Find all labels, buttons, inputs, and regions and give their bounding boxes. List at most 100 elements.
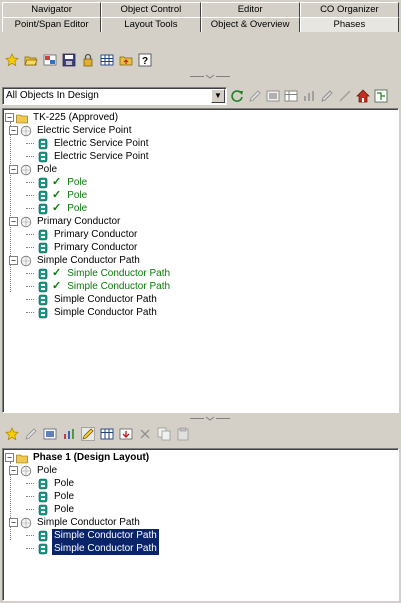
delete-icon[interactable] bbox=[137, 426, 153, 442]
refresh-icon[interactable] bbox=[229, 88, 245, 104]
collapse-icon[interactable]: − bbox=[5, 453, 14, 462]
tree-item-node[interactable]: Pole bbox=[5, 477, 398, 490]
tab-strip: Navigator Object Control Editor CO Organ… bbox=[2, 2, 399, 32]
collapse-icon[interactable]: − bbox=[9, 256, 18, 265]
ruler-icon[interactable] bbox=[337, 88, 353, 104]
collapse-icon[interactable]: − bbox=[9, 165, 18, 174]
table-icon[interactable] bbox=[99, 426, 115, 442]
table-icon[interactable] bbox=[283, 88, 299, 104]
grid-color-icon[interactable] bbox=[42, 52, 58, 68]
star-icon[interactable] bbox=[4, 426, 20, 442]
collapse-icon[interactable]: − bbox=[9, 217, 18, 226]
tree-item-node[interactable]: Electric Service Point bbox=[5, 150, 398, 163]
tree-item-node[interactable]: Simple Conductor Path bbox=[5, 306, 398, 319]
chevron-down-icon[interactable]: ▼ bbox=[211, 89, 225, 103]
object-class-icon bbox=[19, 163, 32, 176]
pencil-active-icon[interactable] bbox=[80, 426, 96, 442]
tree-item-node[interactable]: ✓ Pole bbox=[5, 189, 398, 202]
svg-text:?: ? bbox=[142, 56, 148, 67]
network-icon[interactable] bbox=[373, 88, 389, 104]
object-filter-dropdown[interactable]: All Objects In Design ▼ bbox=[2, 87, 227, 105]
design-object-icon bbox=[36, 542, 49, 555]
phases-tree: − Phase 1 (Design Layout) − Pole Pole Pole P… bbox=[3, 449, 398, 555]
tree-group-node[interactable]: − Pole bbox=[5, 163, 398, 176]
phases-tree-pane[interactable]: − Phase 1 (Design Layout) − Pole Pole Pole P… bbox=[2, 448, 399, 601]
table-icon[interactable] bbox=[99, 52, 115, 68]
group-label: Simple Conductor Path bbox=[37, 255, 140, 266]
pencil-icon[interactable] bbox=[247, 88, 263, 104]
tab-layout-tools[interactable]: Layout Tools bbox=[101, 17, 201, 32]
pencil-icon[interactable] bbox=[23, 426, 39, 442]
tab-editor[interactable]: Editor bbox=[200, 2, 300, 17]
filter-bar: All Objects In Design ▼ bbox=[2, 86, 399, 106]
tree-item-node[interactable]: ✓ Pole bbox=[5, 202, 398, 215]
tab-object-overview[interactable]: Object & Overview bbox=[200, 17, 300, 32]
star-icon[interactable] bbox=[4, 52, 20, 68]
import-icon[interactable] bbox=[118, 426, 134, 442]
pencil-active-icon[interactable] bbox=[319, 88, 335, 104]
tree-root-node[interactable]: − TK-225 (Approved) bbox=[5, 111, 398, 124]
chart-icon[interactable] bbox=[301, 88, 317, 104]
tab-object-control[interactable]: Object Control bbox=[101, 2, 201, 17]
tree-group-node[interactable]: − Simple Conductor Path bbox=[5, 516, 398, 529]
design-object-icon bbox=[36, 529, 49, 542]
tab-row-1: Navigator Object Control Editor CO Organ… bbox=[2, 2, 399, 17]
checkmark-icon: ✓ bbox=[52, 202, 62, 214]
tree-group-node[interactable]: − Electric Service Point bbox=[5, 124, 398, 137]
open-folder-icon[interactable] bbox=[23, 52, 39, 68]
collapse-icon[interactable]: − bbox=[5, 113, 14, 122]
tree-item-node[interactable]: Simple Conductor Path bbox=[5, 529, 398, 542]
tree-item-node[interactable]: Electric Service Point bbox=[5, 137, 398, 150]
phase-root-node[interactable]: − Phase 1 (Design Layout) bbox=[5, 451, 398, 464]
folder-up-icon[interactable] bbox=[118, 52, 134, 68]
image-icon[interactable] bbox=[42, 426, 58, 442]
group-label: Pole bbox=[37, 465, 58, 476]
tree-item-node[interactable]: ✓ Simple Conductor Path bbox=[5, 267, 398, 280]
collapse-icon[interactable]: − bbox=[9, 466, 18, 475]
tab-co-organizer[interactable]: CO Organizer bbox=[299, 2, 399, 17]
tree-connector bbox=[26, 156, 34, 157]
tree-group-node[interactable]: − Simple Conductor Path bbox=[5, 254, 398, 267]
copy-icon[interactable] bbox=[156, 426, 172, 442]
item-label: Simple Conductor Path bbox=[54, 294, 157, 305]
item-label: Electric Service Point bbox=[54, 151, 149, 162]
collapse-icon[interactable]: − bbox=[9, 126, 18, 135]
item-label: Simple Conductor Path bbox=[67, 268, 171, 279]
lock-icon[interactable] bbox=[80, 52, 96, 68]
design-object-icon bbox=[36, 280, 49, 293]
image-icon[interactable] bbox=[265, 88, 281, 104]
paste-icon[interactable] bbox=[175, 426, 191, 442]
help-icon[interactable]: ? bbox=[137, 52, 153, 68]
tab-phases[interactable]: Phases bbox=[299, 17, 399, 32]
tree-group-node[interactable]: − Pole bbox=[5, 464, 398, 477]
tab-navigator[interactable]: Navigator bbox=[2, 2, 102, 17]
save-icon[interactable] bbox=[61, 52, 77, 68]
tree-item-node[interactable]: Primary Conductor bbox=[5, 241, 398, 254]
tree-item-node[interactable]: Simple Conductor Path bbox=[5, 542, 398, 555]
item-label: Pole bbox=[67, 177, 88, 188]
tree-item-node[interactable]: ✓ Simple Conductor Path bbox=[5, 280, 398, 293]
tree-item-node[interactable]: ✓ Pole bbox=[5, 176, 398, 189]
tree-item-node[interactable]: Pole bbox=[5, 490, 398, 503]
tab-row-2: Point/Span Editor Layout Tools Object & … bbox=[2, 17, 399, 32]
design-objects-tree-pane[interactable]: − TK-225 (Approved) − Electric Service Po… bbox=[2, 108, 399, 413]
checkmark-icon: ✓ bbox=[52, 267, 62, 279]
item-label: Simple Conductor Path bbox=[54, 307, 157, 318]
design-object-icon bbox=[36, 490, 49, 503]
chart-icon[interactable] bbox=[61, 426, 77, 442]
object-class-icon bbox=[19, 254, 32, 267]
splitter-grip-bottom[interactable] bbox=[190, 416, 230, 421]
tree-connector bbox=[26, 312, 34, 313]
tree-group-node[interactable]: − Primary Conductor bbox=[5, 215, 398, 228]
tree-item-node[interactable]: Simple Conductor Path bbox=[5, 293, 398, 306]
home-icon[interactable] bbox=[355, 88, 371, 104]
tree-connector bbox=[26, 286, 34, 287]
tab-point-span-editor[interactable]: Point/Span Editor bbox=[2, 17, 102, 32]
splitter-grip-top[interactable] bbox=[190, 74, 230, 79]
design-objects-tree: − TK-225 (Approved) − Electric Service Po… bbox=[3, 109, 398, 319]
tree-item-node[interactable]: Pole bbox=[5, 503, 398, 516]
collapse-icon[interactable]: − bbox=[9, 518, 18, 527]
checkmark-icon: ✓ bbox=[52, 280, 62, 292]
tree-item-node[interactable]: Primary Conductor bbox=[5, 228, 398, 241]
group-label: Primary Conductor bbox=[37, 216, 121, 227]
